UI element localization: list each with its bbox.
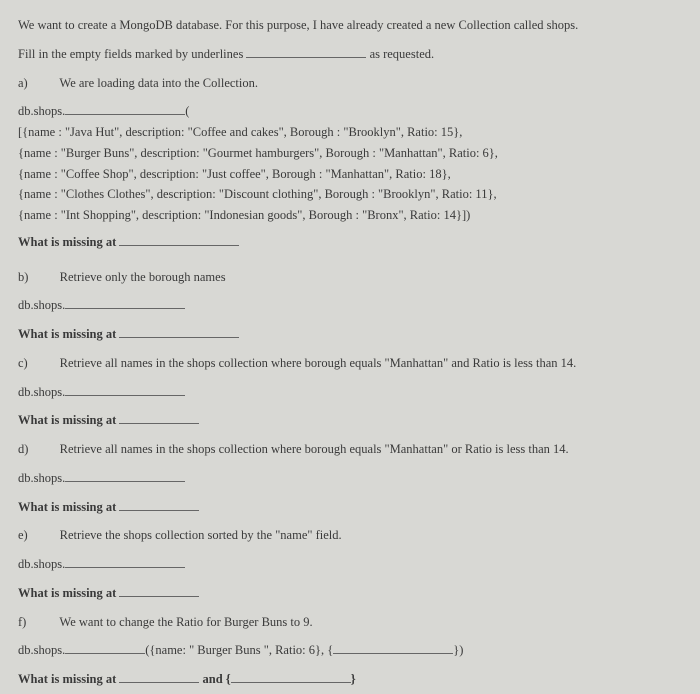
missing-b: What is missing at xyxy=(18,325,682,344)
blank-d-method[interactable] xyxy=(65,471,185,482)
part-a: a) We are loading data into the Collecti… xyxy=(18,74,682,252)
part-a-label: a) xyxy=(18,74,44,93)
code-line-4: {name : "Int Shopping", description: "In… xyxy=(18,206,682,225)
part-f-close: }) xyxy=(453,643,463,657)
part-d-task: Retrieve all names in the shops collecti… xyxy=(60,442,569,456)
blank-a-answer[interactable] xyxy=(119,235,239,246)
part-f-mid: ({name: " Burger Buns ", Ratio: 6}, { xyxy=(145,643,333,657)
intro-text: We want to create a MongoDB database. Fo… xyxy=(18,16,682,35)
missing-label-f: What is missing at xyxy=(18,672,116,686)
blank-b-method[interactable] xyxy=(65,298,185,309)
missing-label-c: What is missing at xyxy=(18,413,116,427)
part-a-code: db.shops. ( [{name : "Java Hut", descript… xyxy=(18,102,682,225)
blank-f-method[interactable] xyxy=(65,643,145,654)
blank-f-answer1[interactable] xyxy=(119,672,199,683)
missing-label: What is missing at xyxy=(18,235,116,249)
code-line-2: {name : "Coffee Shop", description: "Jus… xyxy=(18,165,682,184)
part-c: c) Retrieve all names in the shops colle… xyxy=(18,354,682,430)
and-text: and { xyxy=(203,672,231,686)
part-e-prefix: db.shops. xyxy=(18,557,65,571)
part-d: d) Retrieve all names in the shops colle… xyxy=(18,440,682,516)
missing-a: What is missing at xyxy=(18,233,682,252)
part-f: f) We want to change the Ratio for Burge… xyxy=(18,613,682,689)
code-line-3: {name : "Clothes Clothes", description: … xyxy=(18,185,682,204)
blank-c-answer[interactable] xyxy=(119,413,199,424)
missing-label-b: What is missing at xyxy=(18,327,116,341)
as-requested: as requested. xyxy=(370,47,435,61)
blank-a-method[interactable] xyxy=(65,104,185,115)
missing-e: What is missing at xyxy=(18,584,682,603)
part-e-label: e) xyxy=(18,526,44,545)
blank-b-answer[interactable] xyxy=(119,327,239,338)
missing-label-e: What is missing at xyxy=(18,586,116,600)
part-b-prefix: db.shops. xyxy=(18,298,65,312)
code-line-0: [{name : "Java Hut", description: "Coffe… xyxy=(18,123,682,142)
blank-f-answer2[interactable] xyxy=(231,672,351,683)
blank-intro[interactable] xyxy=(246,47,366,58)
missing-label-d: What is missing at xyxy=(18,500,116,514)
part-e-task: Retrieve the shops collection sorted by … xyxy=(60,528,342,542)
part-f-label: f) xyxy=(18,613,44,632)
part-d-prefix: db.shops. xyxy=(18,471,65,485)
part-f-prefix: db.shops. xyxy=(18,643,65,657)
part-b-label: b) xyxy=(18,268,44,287)
missing-c: What is missing at xyxy=(18,411,682,430)
fill-instruction: Fill in the empty fields marked by under… xyxy=(18,45,682,64)
missing-d: What is missing at xyxy=(18,498,682,517)
part-a-open: ( xyxy=(185,104,189,118)
part-d-label: d) xyxy=(18,440,44,459)
fill-label: Fill in the empty fields marked by under… xyxy=(18,47,243,61)
code-line-1: {name : "Burger Buns", description: "Gou… xyxy=(18,144,682,163)
missing-f: What is missing at and {} xyxy=(18,670,682,689)
part-c-label: c) xyxy=(18,354,44,373)
part-f-task: We want to change the Ratio for Burger B… xyxy=(59,615,312,629)
part-b: b) Retrieve only the borough names db.sh… xyxy=(18,268,682,344)
blank-c-method[interactable] xyxy=(65,384,185,395)
part-b-task: Retrieve only the borough names xyxy=(60,270,226,284)
part-a-task: We are loading data into the Collection. xyxy=(59,76,258,90)
blank-e-answer[interactable] xyxy=(119,586,199,597)
part-a-prefix: db.shops. xyxy=(18,104,65,118)
part-c-task: Retrieve all names in the shops collecti… xyxy=(60,356,577,370)
blank-d-answer[interactable] xyxy=(119,499,199,510)
part-e: e) Retrieve the shops collection sorted … xyxy=(18,526,682,602)
blank-f-arg[interactable] xyxy=(333,643,453,654)
blank-e-method[interactable] xyxy=(65,557,185,568)
part-c-prefix: db.shops. xyxy=(18,385,65,399)
